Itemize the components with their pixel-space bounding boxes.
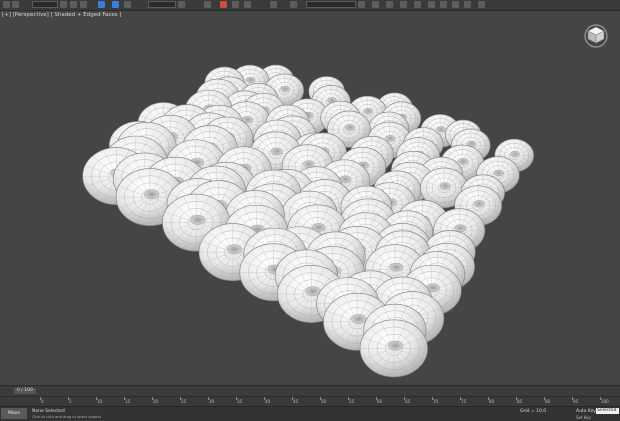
- auto-key-button[interactable]: Auto Key: [576, 409, 596, 414]
- timeline-tick-label: 15: [125, 399, 131, 404]
- timeline-tick-label: 10: [97, 399, 103, 404]
- timeline-tick-label: 85: [517, 399, 523, 404]
- select-move-icon[interactable]: [98, 1, 105, 8]
- align-icon[interactable]: [290, 1, 297, 8]
- timeline-tick-label: 65: [405, 399, 411, 404]
- pivot-icon[interactable]: [178, 1, 185, 8]
- timeline-tick-label: 5: [69, 399, 72, 404]
- timeline-tick-label: 60: [377, 399, 383, 404]
- reference-coord-dropdown[interactable]: [148, 1, 176, 8]
- select-scale-icon[interactable]: [124, 1, 131, 8]
- time-slider-handle[interactable]: 0 / 100: [14, 388, 36, 394]
- schematic-view-icon[interactable]: [372, 1, 379, 8]
- render-icon[interactable]: [428, 1, 435, 8]
- main-toolbar: [0, 0, 620, 11]
- maxscript-listener-button[interactable]: Maxs: [1, 408, 27, 419]
- timeline-tick-label: 0: [41, 399, 44, 404]
- timeline-tick-label: 80: [489, 399, 495, 404]
- timeline-tick-label: 100: [601, 399, 609, 404]
- timeline-tick-label: 75: [461, 399, 467, 404]
- mirror-icon[interactable]: [270, 1, 277, 8]
- select-object-icon[interactable]: [60, 1, 67, 8]
- redo-icon[interactable]: [12, 1, 19, 8]
- select-by-name-icon[interactable]: [70, 1, 77, 8]
- prompt-line: Click or click-and-drag to select object…: [32, 415, 101, 419]
- max-app: [+] [Perspective] [ Shaded + Edged Faces…: [0, 0, 620, 421]
- named-selection-set-field[interactable]: [306, 1, 356, 8]
- timeline-tick-label: 20: [153, 399, 159, 404]
- timeline-tick-label: 25: [181, 399, 187, 404]
- selection-filter-dropdown[interactable]: [32, 1, 58, 8]
- timeline-tick-label: 55: [349, 399, 355, 404]
- timeline-tick-label: 90: [545, 399, 551, 404]
- timeline-tick-label: 50: [321, 399, 327, 404]
- torus-object[interactable]: [359, 319, 428, 378]
- timeline-tick-label: 30: [209, 399, 215, 404]
- rendered-frame-icon[interactable]: [414, 1, 421, 8]
- spinner-snap-icon[interactable]: [244, 1, 251, 8]
- perspective-viewport[interactable]: [+] [Perspective] [ Shaded + Edged Faces…: [0, 11, 620, 385]
- a360-render-icon[interactable]: [464, 1, 471, 8]
- status-bar: Maxs None Selected Click or click-and-dr…: [0, 406, 620, 421]
- active-shade-icon[interactable]: [452, 1, 459, 8]
- tori-pile-mesh[interactable]: [0, 11, 620, 385]
- key-filter-dropdown[interactable]: Selected: [596, 408, 619, 414]
- angle-snap-icon[interactable]: [220, 1, 227, 8]
- timeline-tick-label: 95: [573, 399, 579, 404]
- timeline-tick-label: 35: [237, 399, 243, 404]
- percent-snap-icon[interactable]: [232, 1, 239, 8]
- rect-selection-icon[interactable]: [80, 1, 87, 8]
- selection-status: None Selected: [32, 409, 65, 414]
- snap-toggle-icon[interactable]: [204, 1, 211, 8]
- render-iterative-icon[interactable]: [440, 1, 447, 8]
- grid-size-readout: Grid = 10,0: [520, 409, 547, 414]
- render-gallery-icon[interactable]: [478, 1, 485, 8]
- set-key-button[interactable]: Set Key: [576, 415, 591, 420]
- material-editor-icon[interactable]: [386, 1, 393, 8]
- undo-icon[interactable]: [3, 1, 10, 8]
- select-rotate-icon[interactable]: [112, 1, 119, 8]
- timeline-tick-label: 40: [265, 399, 271, 404]
- render-setup-icon[interactable]: [400, 1, 407, 8]
- timeline-tick-label: 45: [293, 399, 299, 404]
- layer-manager-icon[interactable]: [358, 1, 365, 8]
- timeline-tick-label: 70: [433, 399, 439, 404]
